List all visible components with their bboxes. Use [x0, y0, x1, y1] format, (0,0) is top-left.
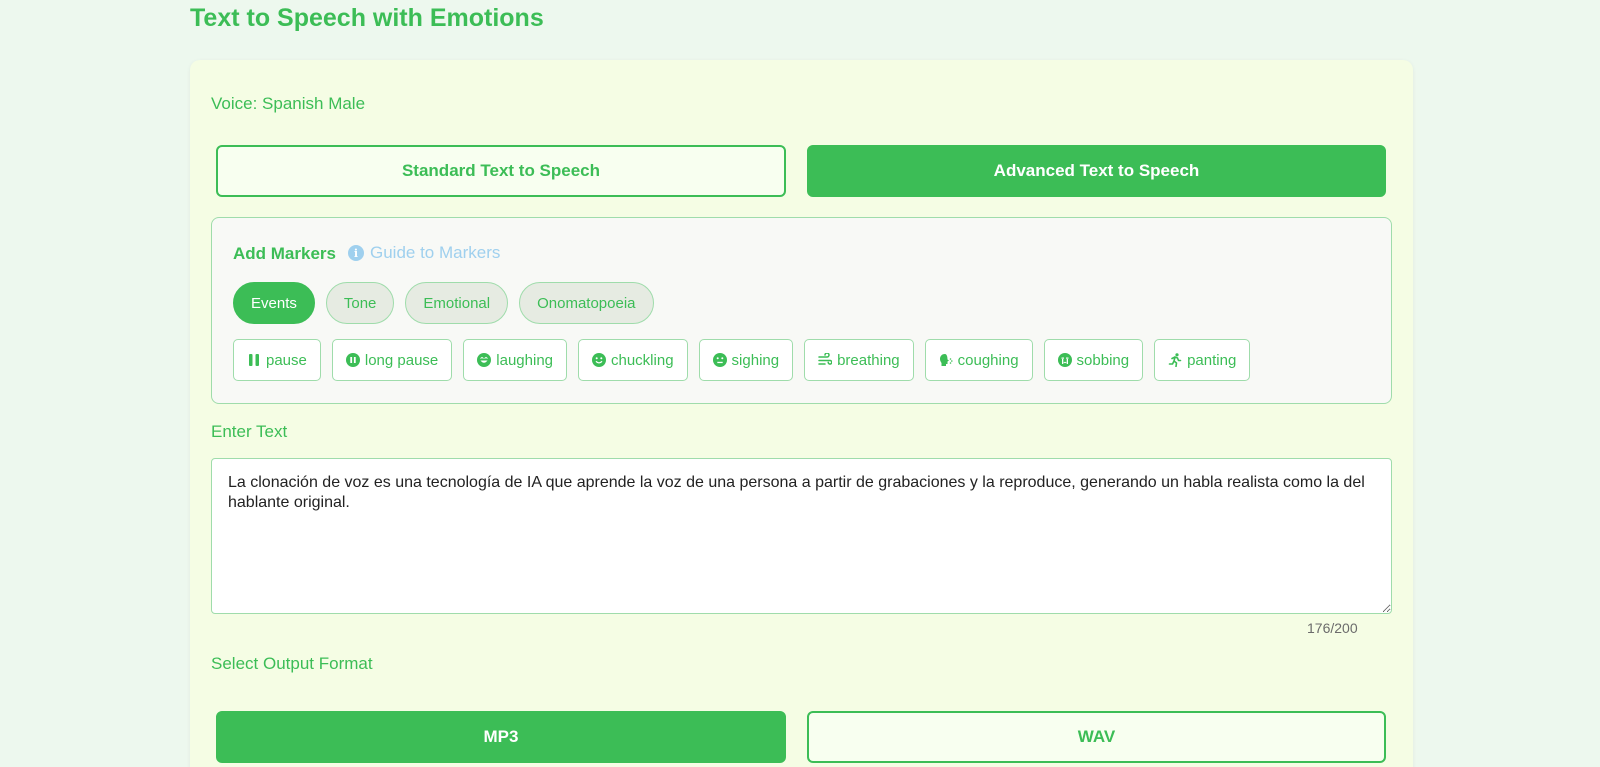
- chip-label: pause: [266, 351, 307, 369]
- guide-link-label: Guide to Markers: [370, 243, 501, 262]
- marker-coughing-button[interactable]: coughing: [924, 339, 1033, 381]
- voice-label: Voice: Spanish Male: [211, 94, 366, 113]
- marker-chuckling-button[interactable]: chuckling: [578, 339, 688, 381]
- marker-laughing-button[interactable]: laughing: [463, 339, 567, 381]
- guide-to-markers-link[interactable]: i Guide to Markers: [348, 243, 500, 263]
- marker-long-pause-button[interactable]: long pause: [331, 339, 453, 381]
- char-counter: 176/200: [1307, 620, 1358, 636]
- advanced-tts-button[interactable]: Advanced Text to Speech: [807, 145, 1386, 197]
- wind-icon: [818, 353, 833, 365]
- text-input[interactable]: La clonación de voz es una tecnología de…: [211, 458, 1392, 614]
- page-title: Text to Speech with Emotions: [190, 4, 544, 32]
- chip-label: sobbing: [1076, 351, 1130, 369]
- head-cough-icon: [939, 354, 953, 366]
- chip-label: laughing: [496, 351, 553, 369]
- chip-label: coughing: [957, 351, 1019, 369]
- tab-onomatopoeia[interactable]: Onomatopoeia: [519, 282, 654, 324]
- marker-chips: pause long pause laughing chuckling sigh…: [233, 339, 1251, 381]
- info-icon: i: [348, 245, 364, 261]
- chip-label: breathing: [837, 351, 900, 369]
- tts-card: Voice: Spanish Male Standard Text to Spe…: [190, 60, 1413, 767]
- enter-text-label: Enter Text: [211, 422, 288, 441]
- pause-circle-icon: [345, 353, 360, 367]
- chip-label: panting: [1187, 351, 1237, 369]
- output-format-label: Select Output Format: [211, 654, 373, 673]
- smiling-face-icon: [592, 353, 606, 367]
- marker-breathing-button[interactable]: breathing: [804, 339, 914, 381]
- mp3-format-button[interactable]: MP3: [216, 711, 786, 763]
- crying-face-icon: [1057, 353, 1072, 367]
- chip-label: chuckling: [611, 351, 674, 369]
- standard-tts-button[interactable]: Standard Text to Speech: [216, 145, 786, 197]
- markers-panel: Add Markers i Guide to Markers Events To…: [211, 217, 1392, 404]
- running-person-icon: [1168, 353, 1182, 367]
- marker-panting-button[interactable]: panting: [1154, 339, 1251, 381]
- marker-sighing-button[interactable]: sighing: [698, 339, 794, 381]
- tab-events[interactable]: Events: [233, 282, 315, 324]
- pause-icon: [249, 354, 259, 366]
- tab-tone[interactable]: Tone: [325, 282, 395, 324]
- laughing-face-icon: [477, 353, 492, 367]
- marker-category-tabs: Events Tone Emotional Onomatopoeia: [233, 282, 654, 324]
- tab-emotional[interactable]: Emotional: [405, 282, 509, 324]
- markers-title: Add Markers: [233, 244, 336, 263]
- chip-label: long pause: [364, 351, 439, 369]
- chip-label: sighing: [731, 351, 780, 369]
- marker-pause-button[interactable]: pause: [233, 339, 321, 381]
- wav-format-button[interactable]: WAV: [807, 711, 1386, 763]
- marker-sobbing-button[interactable]: sobbing: [1043, 339, 1144, 381]
- neutral-face-icon: [712, 353, 727, 367]
